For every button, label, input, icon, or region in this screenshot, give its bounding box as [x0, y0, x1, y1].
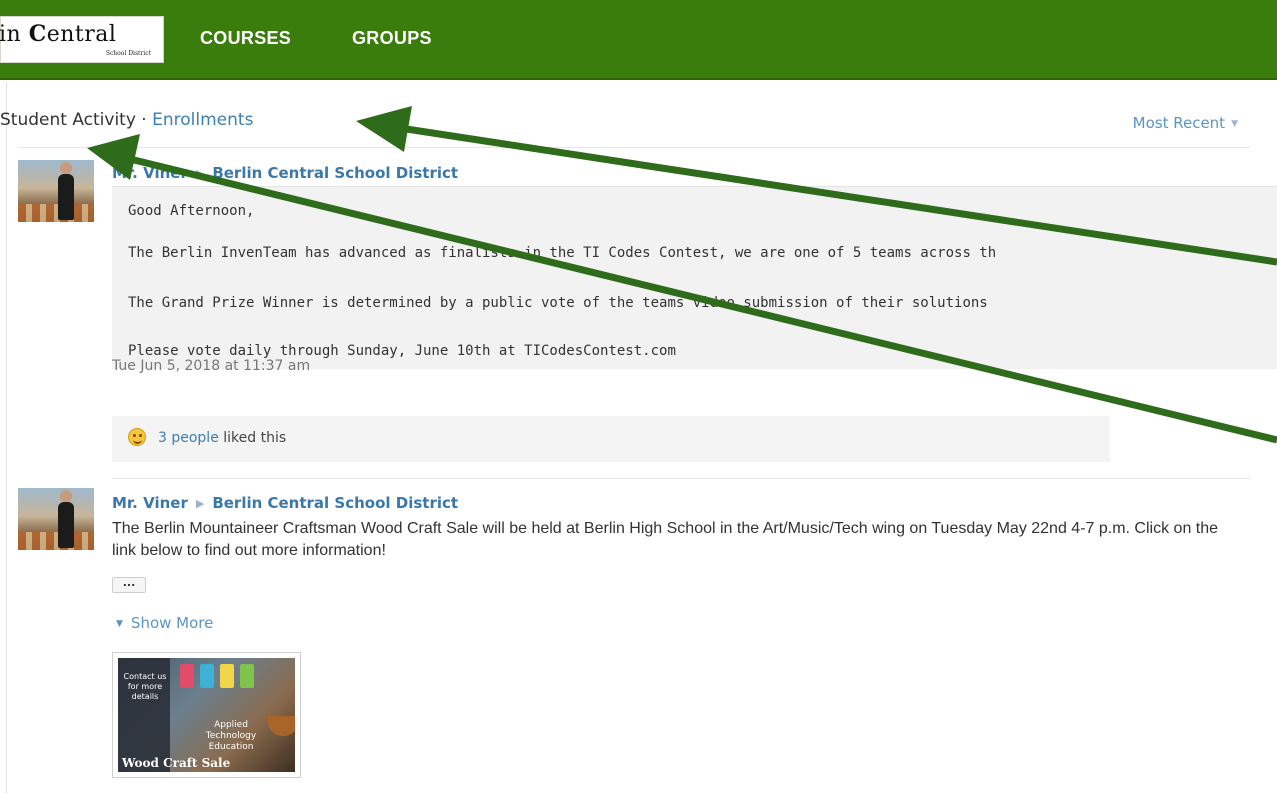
author-link[interactable]: Mr. Viner: [112, 164, 188, 182]
triangle-right-icon: ▶: [195, 497, 205, 510]
sort-label: Most Recent: [1132, 114, 1226, 132]
author-link[interactable]: Mr. Viner: [112, 494, 188, 512]
smiley-icon: [128, 428, 146, 446]
top-navigation-bar: in Central School District COURSES GROUP…: [0, 0, 1277, 80]
caret-down-icon: ▼: [116, 619, 123, 629]
thumbnail-title-text: Wood Craft Sale: [122, 756, 231, 770]
triangle-right-icon: ▶: [195, 167, 205, 180]
show-more-label: Show More: [130, 614, 214, 632]
avatar[interactable]: [18, 160, 94, 222]
chair-shape: [180, 664, 194, 688]
logo-wordmark: in Central: [0, 21, 117, 47]
likes-bar: 3 people liked this: [112, 416, 1110, 462]
enrollments-link[interactable]: Enrollments: [152, 110, 253, 130]
avatar-figure: [58, 174, 74, 220]
group-link[interactable]: Berlin Central School District: [212, 494, 458, 512]
avatar-background: [18, 204, 94, 222]
divider: [112, 478, 1250, 479]
page-title: Student Activity · Enrollments: [0, 110, 253, 130]
message-line: Please vote daily through Sunday, June 1…: [128, 343, 676, 359]
avatar-head: [60, 162, 72, 174]
thumbnail-image: Contact us for more details Applied Tech…: [118, 658, 295, 772]
nav-groups[interactable]: GROUPS: [352, 28, 432, 49]
avatar-background: [18, 532, 94, 550]
logo-subtext: School District: [105, 50, 151, 57]
message-line: The Grand Prize Winner is determined by …: [128, 295, 988, 311]
likes-people-link[interactable]: 3 people: [158, 430, 219, 446]
post-body: The Berlin Mountaineer Craftsman Wood Cr…: [112, 520, 1219, 559]
post-header: Mr. Viner ▶ Berlin Central School District: [112, 494, 458, 512]
avatar-figure: [58, 502, 74, 548]
expand-ellipsis-button[interactable]: ...: [112, 577, 146, 593]
show-more-link[interactable]: ▼ Show More: [116, 614, 213, 632]
caret-down-icon: ▼: [1231, 119, 1238, 129]
avatar-head: [60, 490, 72, 502]
thumbnail-ate-text: Applied Technology Education: [205, 720, 257, 752]
bowl-shape: [268, 716, 295, 736]
post-header: Mr. Viner ▶ Berlin Central School District: [112, 164, 458, 182]
content-left-border: [6, 82, 7, 793]
post-timestamp: Tue Jun 5, 2018 at 11:37 am: [112, 358, 311, 374]
likes-text: 3 people liked this: [158, 430, 286, 446]
chair-shape: [220, 664, 234, 688]
message-line: The Berlin InvenTeam has advanced as fin…: [128, 245, 997, 261]
avatar[interactable]: [18, 488, 94, 550]
page-title-text: Student Activity ·: [0, 110, 153, 130]
message-line: Good Afternoon,: [128, 203, 255, 219]
likes-suffix: liked this: [218, 430, 287, 446]
nav-courses[interactable]: COURSES: [200, 28, 291, 49]
group-link[interactable]: Berlin Central School District: [212, 164, 458, 182]
divider: [18, 147, 1250, 148]
district-logo[interactable]: in Central School District: [0, 16, 164, 63]
chair-shape: [200, 664, 214, 688]
chair-shape: [240, 664, 254, 688]
post-message-box: Good Afternoon, The Berlin InvenTeam has…: [112, 186, 1277, 369]
sort-dropdown[interactable]: Most Recent ▼: [1133, 114, 1238, 132]
activity-heading-row: Student Activity · Enrollments Most Rece…: [0, 108, 1250, 138]
attachment-thumbnail[interactable]: Contact us for more details Applied Tech…: [112, 652, 301, 778]
thumbnail-contact-text: Contact us for more details: [123, 672, 167, 701]
